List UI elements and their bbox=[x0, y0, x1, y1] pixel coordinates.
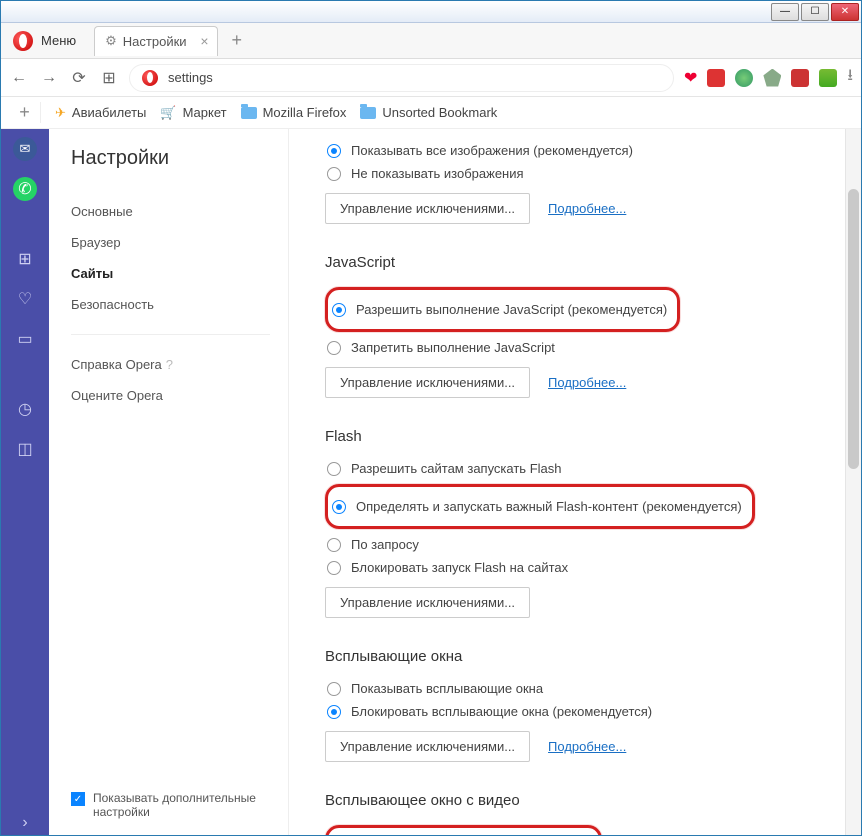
ext-icon-4[interactable] bbox=[791, 69, 809, 87]
maximize-button[interactable]: ☐ bbox=[801, 3, 829, 21]
bookmark-bar: + ✈Авиабилеты 🛒Маркет Mozilla Firefox Un… bbox=[1, 97, 861, 129]
tab-title: Настройки bbox=[123, 34, 187, 49]
plane-icon: ✈ bbox=[55, 105, 66, 121]
ext-icon-3[interactable] bbox=[763, 69, 781, 87]
address-value: settings bbox=[168, 70, 213, 85]
show-advanced-label: Показывать дополнительные настройки bbox=[93, 791, 272, 819]
gear-icon: ⚙ bbox=[105, 33, 117, 49]
tab-close-icon[interactable]: × bbox=[200, 33, 208, 49]
extensions-icon[interactable]: ◫ bbox=[13, 437, 37, 461]
messenger-icon[interactable]: ✉ bbox=[13, 137, 37, 161]
scrollbar[interactable] bbox=[845, 129, 861, 835]
images-more-link[interactable]: Подробнее... bbox=[548, 201, 626, 216]
heart-rail-icon[interactable]: ♡ bbox=[13, 287, 37, 311]
settings-sidebar: Настройки Основные Браузер Сайты Безопас… bbox=[49, 129, 289, 835]
js-opt-allow[interactable]: Разрешить выполнение JavaScript (рекомен… bbox=[330, 302, 667, 317]
minimize-button[interactable]: — bbox=[771, 3, 799, 21]
heart-icon[interactable]: ❤ bbox=[684, 68, 697, 88]
forward-icon[interactable]: → bbox=[39, 69, 59, 87]
folder-icon bbox=[360, 107, 376, 119]
menu-button[interactable]: Меню bbox=[41, 33, 76, 48]
sidebar-item-security[interactable]: Безопасность bbox=[71, 289, 288, 320]
flash-opt-block[interactable]: Блокировать запуск Flash на сайтах bbox=[325, 560, 837, 575]
folder-icon bbox=[241, 107, 257, 119]
tab-bar: Меню ⚙ Настройки × + bbox=[1, 23, 861, 59]
sidebar-item-rate[interactable]: Оцените Opera bbox=[71, 380, 288, 411]
tab-settings[interactable]: ⚙ Настройки × bbox=[94, 26, 217, 56]
sidebar-item-basic[interactable]: Основные bbox=[71, 196, 288, 227]
opera-logo-icon[interactable] bbox=[13, 31, 33, 51]
download-icon[interactable]: ⭳ bbox=[847, 64, 853, 91]
speed-dial-icon[interactable]: ⊞ bbox=[13, 247, 37, 271]
js-title: JavaScript bbox=[325, 254, 837, 271]
scrollbar-thumb[interactable] bbox=[848, 189, 859, 469]
ext-icon-2[interactable] bbox=[735, 69, 753, 87]
flash-title: Flash bbox=[325, 428, 837, 445]
cart-icon: 🛒 bbox=[160, 105, 176, 121]
address-input[interactable]: settings bbox=[129, 64, 674, 92]
popups-opt-show[interactable]: Показывать всплывающие окна bbox=[325, 681, 837, 696]
reload-icon[interactable]: ⟳ bbox=[69, 68, 89, 88]
opera-icon bbox=[142, 70, 158, 86]
popups-title: Всплывающие окна bbox=[325, 648, 837, 665]
bookmark-firefox[interactable]: Mozilla Firefox bbox=[241, 105, 347, 120]
bookmark-aviabilety[interactable]: ✈Авиабилеты bbox=[55, 105, 146, 121]
history-icon[interactable]: ◷ bbox=[13, 397, 37, 421]
back-icon[interactable]: ← bbox=[9, 69, 29, 87]
popups-opt-block[interactable]: Блокировать всплывающие окна (рекомендуе… bbox=[325, 704, 837, 719]
close-button[interactable]: ✕ bbox=[831, 3, 859, 21]
add-bookmark-button[interactable]: + bbox=[9, 102, 41, 123]
images-exceptions-button[interactable]: Управление исключениями... bbox=[325, 193, 530, 224]
sidebar-item-sites[interactable]: Сайты bbox=[71, 258, 288, 289]
js-opt-block[interactable]: Запретить выполнение JavaScript bbox=[325, 340, 837, 355]
side-rail: ✉ ✆ ⊞ ♡ ▭ ◷ ◫ › bbox=[1, 129, 49, 835]
popups-more-link[interactable]: Подробнее... bbox=[548, 739, 626, 754]
js-exceptions-button[interactable]: Управление исключениями... bbox=[325, 367, 530, 398]
sidebar-item-help[interactable]: Справка Opera? bbox=[71, 349, 288, 380]
page-title: Настройки bbox=[71, 147, 288, 170]
ext-icon-1[interactable] bbox=[707, 69, 725, 87]
address-bar: ← → ⟳ ⊞ settings ❤ ⭳ bbox=[1, 59, 861, 97]
new-tab-button[interactable]: + bbox=[232, 30, 243, 51]
bookmark-unsorted[interactable]: Unsorted Bookmark bbox=[360, 105, 497, 120]
speed-dial-icon[interactable]: ⊞ bbox=[99, 68, 119, 88]
sidebar-item-browser[interactable]: Браузер bbox=[71, 227, 288, 258]
flash-opt-detect[interactable]: Определять и запускать важный Flash-конт… bbox=[330, 499, 742, 514]
window-titlebar: — ☐ ✕ bbox=[1, 1, 861, 23]
flash-opt-allow[interactable]: Разрешить сайтам запускать Flash bbox=[325, 461, 837, 476]
js-more-link[interactable]: Подробнее... bbox=[548, 375, 626, 390]
bookmark-market[interactable]: 🛒Маркет bbox=[160, 105, 226, 121]
video-title: Всплывающее окно с видео bbox=[325, 792, 837, 809]
news-icon[interactable]: ▭ bbox=[13, 327, 37, 351]
whatsapp-icon[interactable]: ✆ bbox=[13, 177, 37, 201]
settings-content: Показывать все изображения (рекомендуетс… bbox=[289, 129, 861, 835]
images-opt-hide[interactable]: Не показывать изображения bbox=[325, 166, 837, 181]
ext-icon-5[interactable] bbox=[819, 69, 837, 87]
rail-toggle-icon[interactable]: › bbox=[13, 811, 37, 835]
flash-opt-ask[interactable]: По запросу bbox=[325, 537, 837, 552]
flash-exceptions-button[interactable]: Управление исключениями... bbox=[325, 587, 530, 618]
images-opt-show[interactable]: Показывать все изображения (рекомендуетс… bbox=[325, 143, 837, 158]
help-icon: ? bbox=[166, 357, 173, 372]
show-advanced-checkbox[interactable]: ✓ bbox=[71, 792, 85, 806]
popups-exceptions-button[interactable]: Управление исключениями... bbox=[325, 731, 530, 762]
